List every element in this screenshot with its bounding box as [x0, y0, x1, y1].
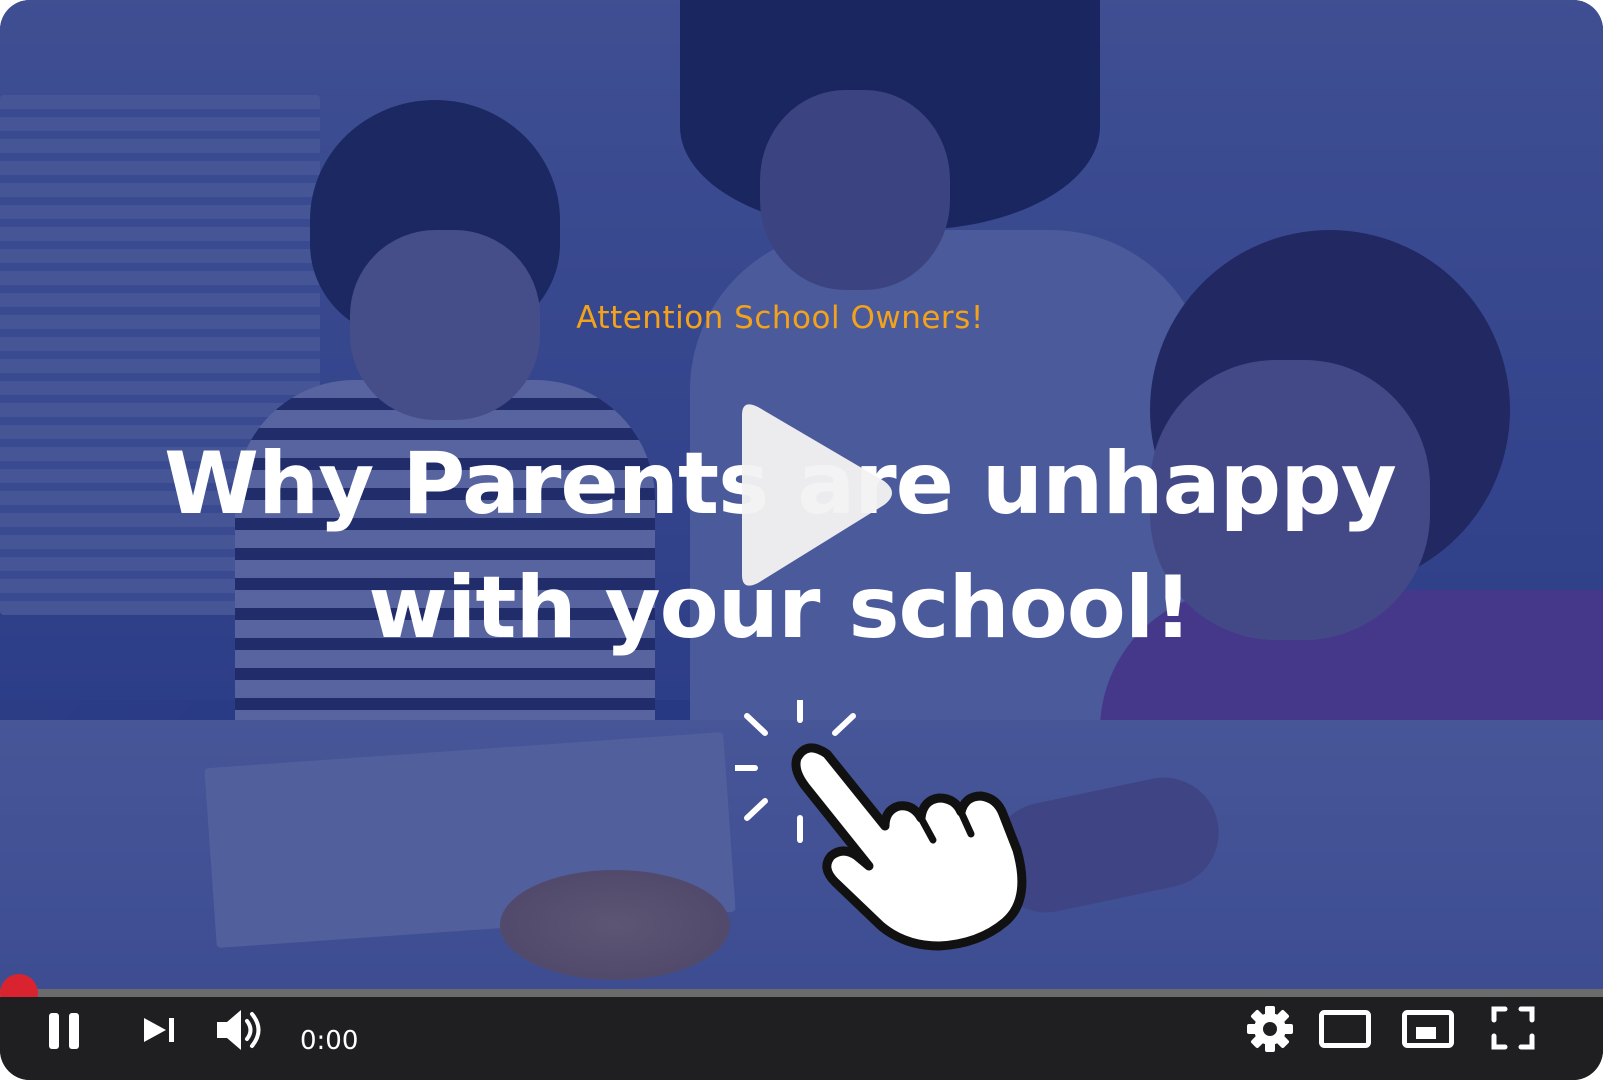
fullscreen-icon[interactable]: [1485, 998, 1541, 1058]
miniplayer-icon[interactable]: [1398, 1000, 1458, 1058]
next-icon[interactable]: [136, 1004, 182, 1056]
play-icon[interactable]: [712, 393, 902, 598]
volume-icon[interactable]: [212, 1000, 270, 1060]
time-display: 0:00: [300, 1026, 359, 1056]
video-kicker-text: Attention School Owners!: [576, 300, 984, 336]
progress-bar[interactable]: [0, 989, 1603, 997]
video-player: Attention School Owners! Why Parents are…: [0, 0, 1603, 1080]
hand-pointer-icon: [726, 693, 1075, 960]
gear-icon[interactable]: [1242, 1000, 1298, 1058]
theater-mode-icon[interactable]: [1315, 1000, 1375, 1058]
video-frame[interactable]: Attention School Owners! Why Parents are…: [0, 0, 1603, 993]
pause-icon[interactable]: [40, 1000, 88, 1062]
